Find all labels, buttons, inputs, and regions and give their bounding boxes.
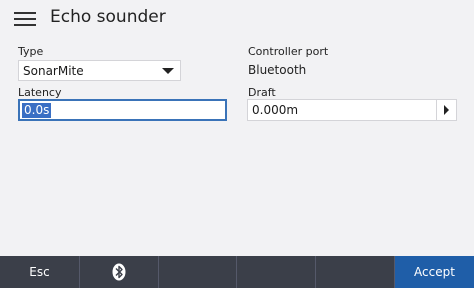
title-bar: Echo sounder (0, 0, 474, 38)
draft-expand-button[interactable] (436, 100, 456, 120)
latency-value[interactable]: 0.0s (22, 103, 52, 118)
chevron-right-icon (444, 105, 449, 115)
footer-toolbar: Esc Accept (0, 256, 474, 288)
type-dropdown[interactable]: SonarMite (18, 60, 181, 81)
type-label: Type (18, 45, 44, 58)
latency-input[interactable]: 0.0s (18, 99, 227, 121)
footer-slot-5[interactable] (316, 256, 395, 288)
esc-label: Esc (29, 265, 50, 279)
type-value: SonarMite (23, 64, 84, 78)
hamburger-menu-icon[interactable] (14, 11, 38, 27)
controller-port-label: Controller port (248, 45, 329, 58)
accept-button[interactable]: Accept (395, 256, 474, 288)
controller-port-value: Bluetooth (248, 63, 307, 77)
esc-button[interactable]: Esc (0, 256, 80, 288)
bluetooth-icon (112, 263, 126, 281)
page-title: Echo sounder (50, 7, 166, 27)
footer-slot-3[interactable] (159, 256, 237, 288)
draft-value[interactable]: 0.000m (252, 103, 298, 117)
chevron-down-icon (162, 68, 174, 74)
latency-label: Latency (18, 86, 62, 99)
accept-label: Accept (414, 265, 455, 279)
draft-input[interactable]: 0.000m (247, 99, 457, 121)
draft-label: Draft (248, 86, 276, 99)
footer-slot-4[interactable] (237, 256, 316, 288)
bluetooth-button[interactable] (80, 256, 159, 288)
